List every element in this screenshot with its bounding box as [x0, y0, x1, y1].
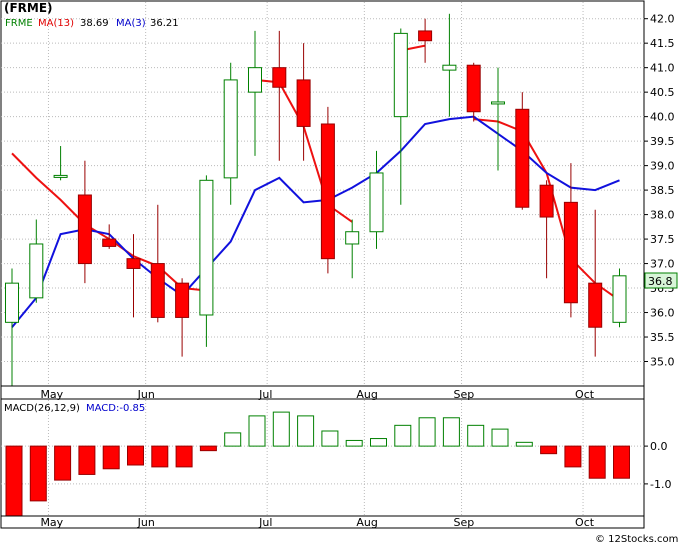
- macd-bar: [5, 445, 23, 517]
- price-tick-label: 39.0: [650, 160, 675, 173]
- macd-bar: [467, 424, 485, 447]
- candle-body: [126, 258, 141, 269]
- macd-bar: [321, 430, 339, 447]
- candle-body: [563, 201, 578, 304]
- macd-bar: [297, 415, 315, 447]
- candle-body: [77, 194, 92, 265]
- macd-bar: [394, 424, 412, 447]
- legend-ma13-label: MA(13): [38, 18, 74, 29]
- macd-month-label: Aug: [356, 516, 377, 529]
- macd-legend-label: MACD(26,12,9): [4, 403, 80, 414]
- month-label: Jun: [137, 388, 155, 401]
- macd-month-label: Oct: [575, 516, 595, 529]
- macd-month-label: Jul: [258, 516, 272, 529]
- macd-bar: [540, 445, 558, 455]
- legend-ma13-value: 38.69: [80, 18, 109, 29]
- price-tick-label: 37.0: [650, 258, 675, 271]
- stock-chart: 35.035.536.036.537.037.538.038.539.039.5…: [0, 0, 678, 545]
- macd-bar: [224, 432, 242, 447]
- price-tick-label: 40.0: [650, 111, 675, 124]
- price-tick-label: 39.5: [650, 135, 675, 148]
- month-label: Aug: [356, 388, 377, 401]
- macd-bar: [515, 441, 533, 447]
- candle-body: [515, 108, 530, 208]
- macd-bar: [491, 428, 509, 447]
- candle-body: [466, 64, 481, 113]
- last-price-label: 36.8: [648, 275, 673, 288]
- macd-bar: [54, 445, 72, 481]
- candle-body: [393, 32, 408, 118]
- macd-legend-value: MACD:-0.85: [86, 403, 145, 414]
- macd-month-label: May: [40, 516, 63, 529]
- price-tick-label: 40.5: [650, 86, 675, 99]
- candle-body: [53, 174, 68, 178]
- price-tick-label: 36.0: [650, 307, 675, 320]
- macd-bar: [588, 445, 606, 479]
- candle-body: [442, 64, 457, 71]
- macd-tick-label: 0.0: [650, 440, 668, 453]
- macd-month-label: Sep: [454, 516, 475, 529]
- price-tick-label: 42.0: [650, 13, 675, 26]
- candle-body: [150, 263, 165, 318]
- candle-body: [369, 172, 384, 233]
- watermark: © 12Stocks.com: [595, 534, 678, 545]
- candle-body: [491, 101, 505, 105]
- legend-ma3-value: 36.21: [150, 18, 179, 29]
- month-label: Sep: [454, 388, 475, 401]
- month-label: Jul: [258, 388, 272, 401]
- price-tick-label: 38.0: [650, 209, 675, 222]
- macd-bar: [442, 417, 460, 447]
- macd-bar: [127, 445, 144, 466]
- candle-body: [612, 275, 627, 323]
- candle-body: [345, 231, 360, 245]
- candle-body: [223, 79, 238, 179]
- macd-month-label: Jun: [137, 516, 155, 529]
- price-tick-label: 35.0: [650, 356, 675, 369]
- price-tick-label: 37.5: [650, 233, 675, 246]
- macd-bar: [613, 445, 630, 479]
- legend-symbol: FRME: [5, 18, 33, 29]
- candle-body: [588, 282, 603, 328]
- macd-bar: [370, 438, 387, 447]
- macd-bar: [272, 411, 290, 447]
- macd-bar: [151, 445, 169, 468]
- macd-bar: [418, 417, 436, 447]
- candle-body: [296, 79, 311, 127]
- macd-bar: [199, 445, 217, 452]
- candle-body: [199, 179, 214, 316]
- candle-body: [5, 282, 19, 323]
- candle-body: [175, 282, 190, 318]
- macd-bar: [345, 439, 363, 447]
- macd-bar: [29, 445, 47, 502]
- candle-body: [29, 243, 44, 299]
- macd-bar: [78, 445, 96, 475]
- macd-panel: [0, 398, 645, 529]
- candle-body: [272, 67, 287, 88]
- month-label: May: [40, 388, 63, 401]
- macd-tick-label: -1.0: [650, 478, 671, 491]
- candle-body: [539, 184, 554, 218]
- legend-ma3-label: MA(3): [116, 18, 146, 29]
- chart-title: (FRME): [4, 1, 53, 15]
- macd-bar: [102, 445, 120, 470]
- macd-bar: [248, 415, 266, 447]
- macd-bar: [175, 445, 193, 468]
- price-tick-label: 38.5: [650, 184, 675, 197]
- month-label: Oct: [575, 388, 595, 401]
- candle-body: [320, 123, 335, 260]
- price-tick-label: 41.0: [650, 62, 675, 75]
- macd-bar: [564, 445, 582, 468]
- price-tick-label: 35.5: [650, 331, 675, 344]
- candle-body: [248, 67, 262, 93]
- candle-body: [102, 238, 117, 247]
- candle-body: [418, 30, 433, 42]
- price-tick-label: 41.5: [650, 37, 675, 50]
